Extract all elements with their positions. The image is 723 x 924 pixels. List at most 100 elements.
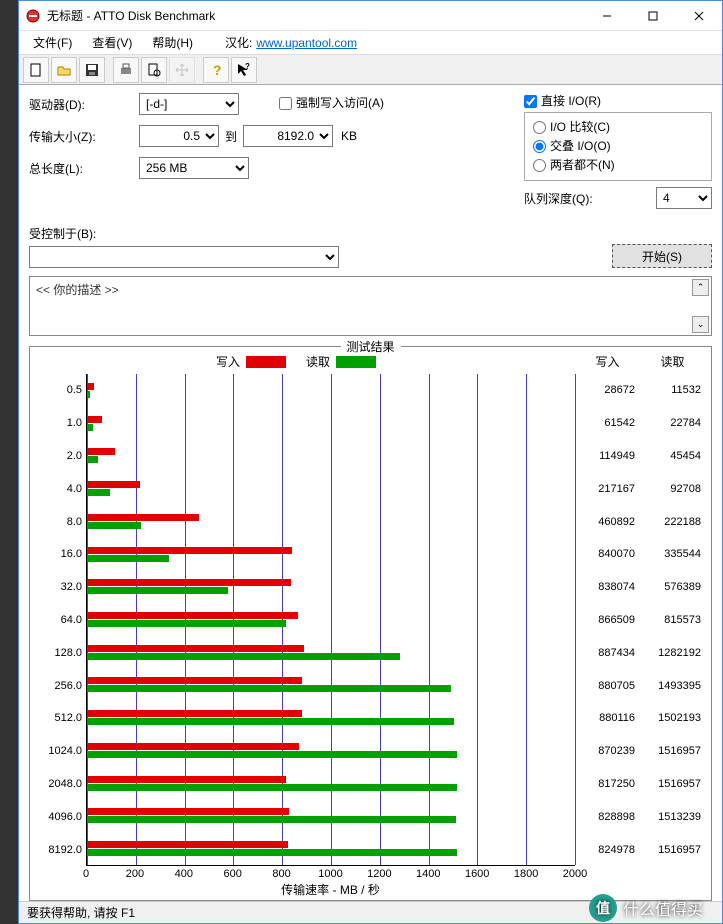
menu-file[interactable]: 文件(F) (25, 32, 80, 53)
y-tick-label: 0.5 (36, 374, 86, 407)
write-value: 870239 (575, 745, 635, 757)
maximize-button[interactable] (630, 1, 676, 30)
transfer-label: 传输大小(Z): (29, 128, 139, 145)
write-value: 880116 (575, 712, 635, 724)
io-compare-radio[interactable] (533, 121, 546, 134)
open-icon[interactable] (51, 57, 77, 83)
read-bar (87, 849, 457, 856)
minimize-button[interactable] (584, 1, 630, 30)
force-write-checkbox[interactable] (279, 97, 292, 110)
read-bar (87, 522, 141, 529)
neither-radio[interactable] (533, 159, 546, 172)
help-icon[interactable]: ? (203, 57, 229, 83)
value-row: 460892222188 (575, 505, 705, 538)
menu-view[interactable]: 查看(V) (84, 32, 140, 53)
write-value: 828898 (575, 811, 635, 823)
value-row: 838074576389 (575, 571, 705, 604)
write-bar (87, 383, 94, 390)
save-icon[interactable] (79, 57, 105, 83)
overlap-io-radio[interactable] (533, 140, 546, 153)
y-tick-label: 256.0 (36, 669, 86, 702)
svg-text:?: ? (213, 62, 222, 78)
value-row: 8874341282192 (575, 636, 705, 669)
write-value: 114949 (575, 450, 635, 462)
value-row: 114949 45454 (575, 440, 705, 473)
write-value: 880705 (575, 680, 635, 692)
write-value: 840070 (575, 548, 635, 560)
read-bar (87, 489, 110, 496)
read-bar (87, 751, 457, 758)
start-button[interactable]: 开始(S) (612, 244, 712, 268)
read-value: 11532 (641, 384, 701, 396)
read-value: 1516957 (641, 844, 701, 856)
y-tick-label: 2.0 (36, 440, 86, 473)
write-bar (87, 579, 291, 586)
move-icon (169, 57, 195, 83)
drive-label: 驱动器(D): (29, 96, 139, 113)
content-area: 驱动器(D): [-d-] 强制写入访问(A) 传输大小(Z): 0.5 到 8… (19, 85, 722, 901)
write-bar (87, 677, 302, 684)
write-bar (87, 448, 115, 455)
transfer-to-select[interactable]: 8192.0 (243, 125, 333, 147)
value-row: 6154222784 (575, 407, 705, 440)
direct-io-checkbox[interactable] (524, 95, 537, 108)
value-row: 8807051493395 (575, 669, 705, 702)
watermark-icon: 值 (589, 894, 617, 922)
write-value: 824978 (575, 844, 635, 856)
menu-help[interactable]: 帮助(H) (144, 32, 201, 53)
window-title: 无标题 - ATTO Disk Benchmark (47, 7, 584, 24)
bar-group (87, 603, 575, 636)
statusbar-text: 要获得帮助, 请按 F1 (27, 904, 135, 921)
description-text: << 你的描述 >> (30, 277, 711, 302)
write-bar (87, 481, 140, 488)
new-icon[interactable] (23, 57, 49, 83)
value-row: 840070335544 (575, 538, 705, 571)
watermark-text: 什么值得买 (623, 896, 703, 920)
read-value: 22784 (641, 417, 701, 429)
length-label: 总长度(L): (29, 160, 139, 177)
read-bar (87, 587, 228, 594)
length-select[interactable]: 256 MB (139, 157, 249, 179)
write-bar (87, 645, 304, 652)
scroll-down-icon[interactable]: ⌄ (692, 316, 709, 333)
gridline (575, 374, 576, 865)
desc-scrollbar: ⌃ ⌄ (692, 279, 709, 333)
close-button[interactable] (676, 1, 722, 30)
controlled-select[interactable] (29, 246, 339, 268)
bar-group (87, 800, 575, 833)
value-row: 828898 1513239 (575, 800, 705, 833)
results-title: 测试结果 (340, 338, 400, 355)
queue-label: 队列深度(Q): (524, 190, 656, 207)
whatsthis-icon[interactable]: ? (231, 57, 257, 83)
read-bar (87, 555, 169, 562)
value-row: 2867211532 (575, 374, 705, 407)
window-controls (584, 1, 722, 30)
bar-group (87, 734, 575, 767)
drive-select[interactable]: [-d-] (139, 93, 239, 115)
bar-group (87, 407, 575, 440)
kb-label: KB (341, 129, 357, 143)
read-value: 45454 (641, 450, 701, 462)
preview-icon[interactable] (141, 57, 167, 83)
y-tick-label: 4096.0 (36, 800, 86, 833)
write-bar (87, 612, 298, 619)
scroll-up-icon[interactable]: ⌃ (692, 279, 709, 296)
read-value: 815573 (641, 614, 701, 626)
transfer-from-select[interactable]: 0.5 (139, 125, 219, 147)
write-bar (87, 416, 102, 423)
read-bar (87, 456, 98, 463)
value-row: 8172501516957 (575, 768, 705, 801)
y-tick-label: 512.0 (36, 702, 86, 735)
to-label: 到 (225, 128, 237, 145)
print-icon[interactable] (113, 57, 139, 83)
menubar: 文件(F) 查看(V) 帮助(H) 汉化: www.upantool.com (19, 31, 722, 55)
write-bar (87, 514, 199, 521)
io-mode-group: I/O 比较(C) 交叠 I/O(O) 两者都不(N) (524, 112, 712, 181)
y-tick-label: 1.0 (36, 407, 86, 440)
description-box[interactable]: << 你的描述 >> ⌃ ⌄ (29, 276, 712, 336)
queue-select[interactable]: 4 (656, 187, 712, 209)
localize-link[interactable]: www.upantool.com (256, 36, 357, 50)
bar-group (87, 636, 575, 669)
read-value: 1513239 (641, 811, 701, 823)
write-value: 887434 (575, 647, 635, 659)
